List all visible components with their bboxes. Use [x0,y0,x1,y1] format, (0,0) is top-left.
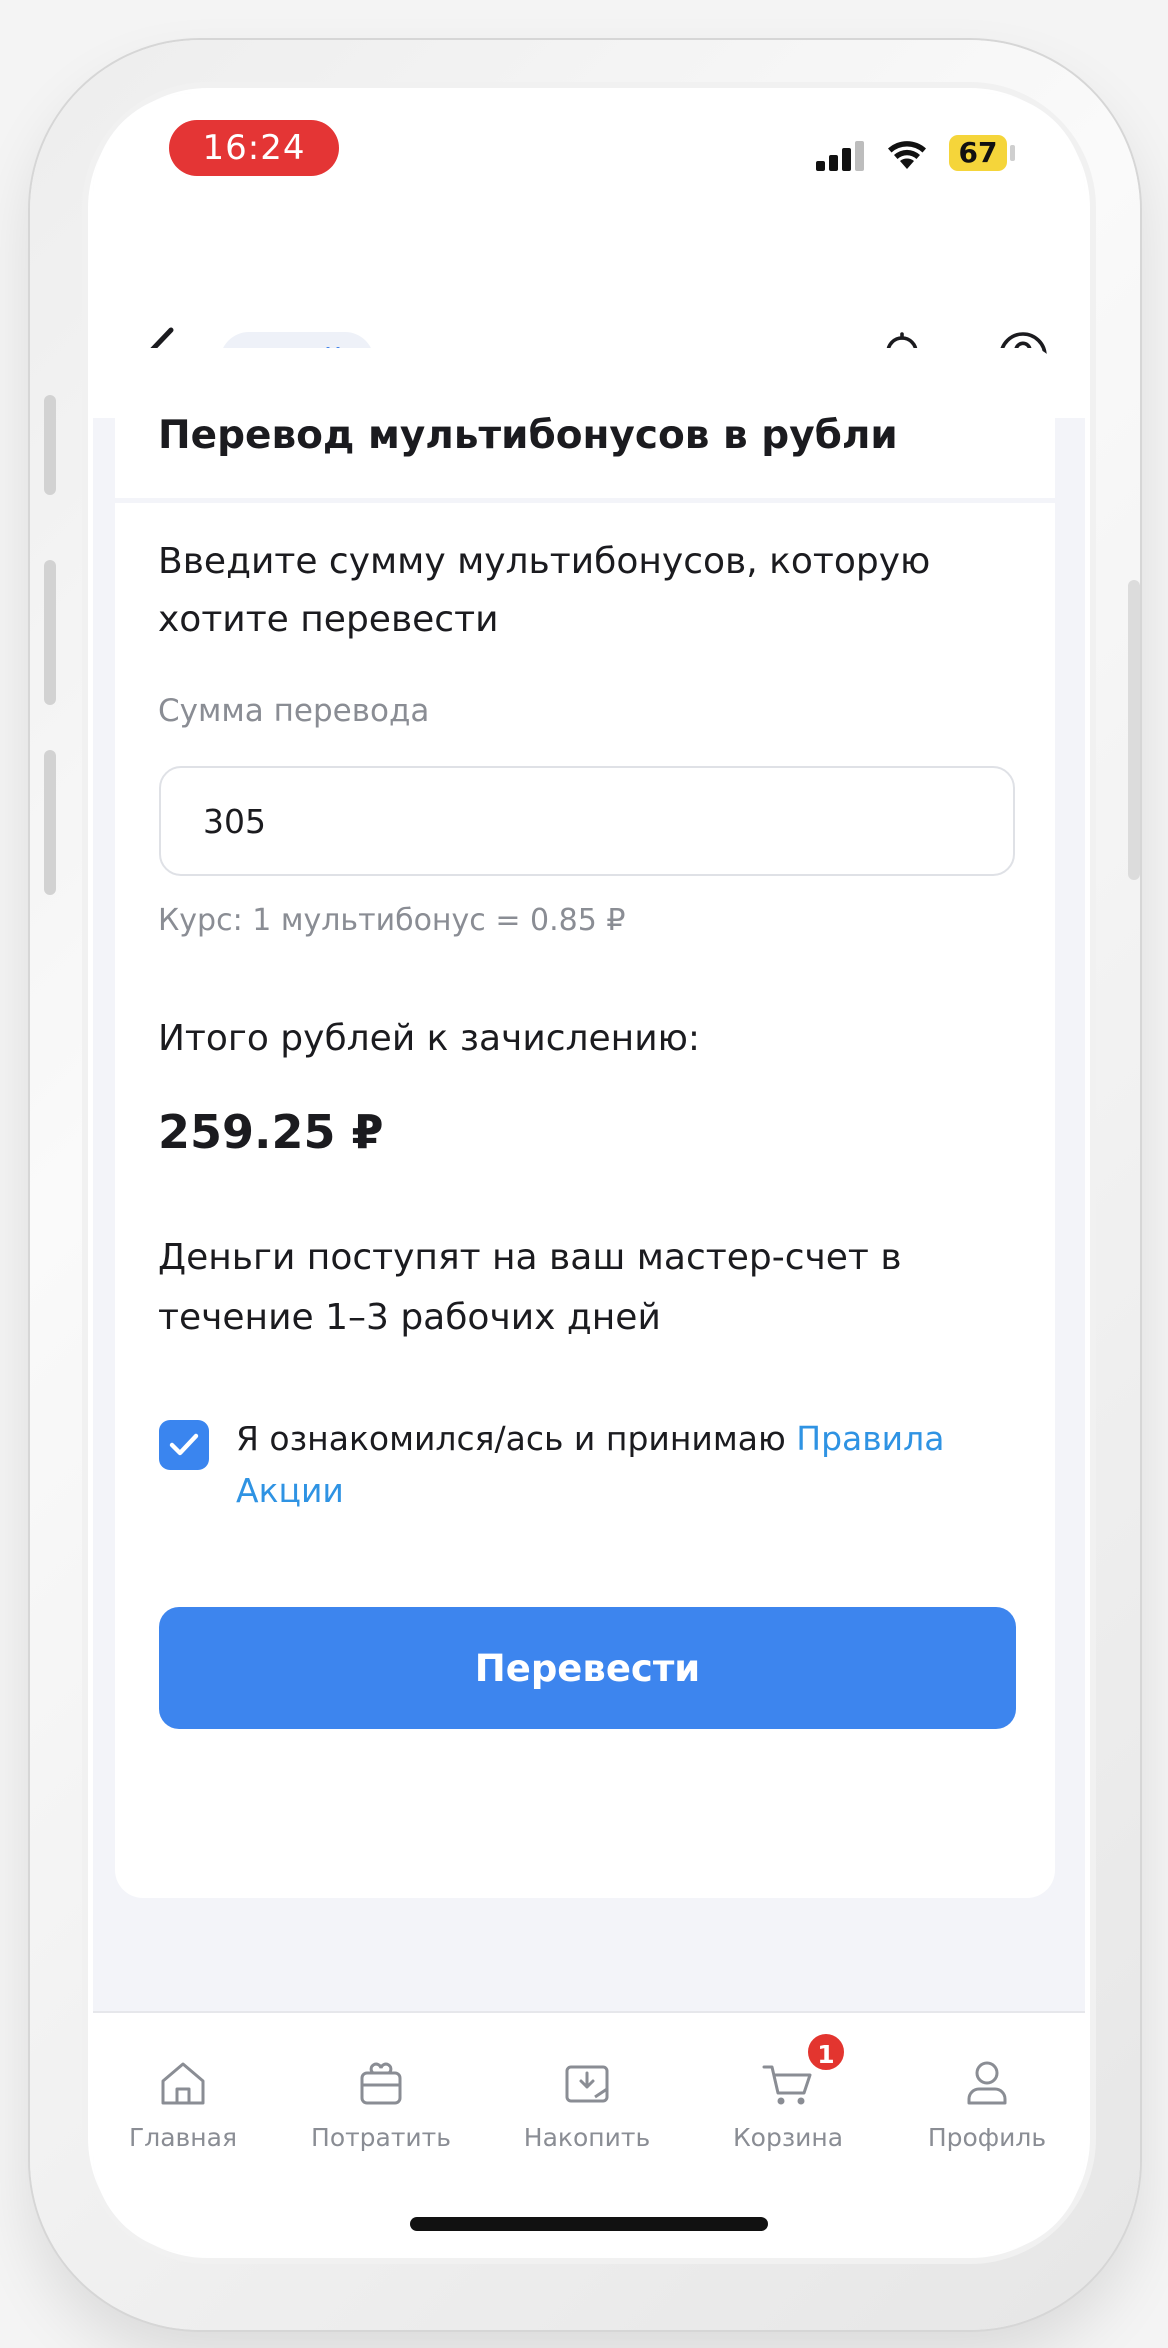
transfer-notice: Деньги поступят на ваш мастер-счет в теч… [158,1237,902,1338]
status-bar: 16:24 67 [93,93,1085,233]
page-title: Перевод мультибонусов в рубли [158,413,898,458]
total-label: Итого рублей к зачислению: [158,1018,701,1059]
cart-count-badge: 1 [805,2031,847,2073]
battery-level: 67 [949,135,1007,171]
volume-up-button [44,560,56,705]
agree-label: Я ознакомился/ась и принимаю [236,1419,797,1458]
wallet-icon [565,2065,609,2103]
tab-profile-label: Профиль [927,2123,1047,2152]
mute-switch [44,395,56,495]
status-time: 16:24 [169,120,339,176]
tab-cart[interactable]: 1 Корзина [698,2031,878,2152]
checkmark-icon [169,1433,199,1456]
tab-home[interactable]: Главная [93,2053,273,2152]
battery-cap [1010,145,1015,161]
cellular-signal-icon [816,139,868,171]
gift-icon [360,2062,402,2105]
power-button [1128,580,1140,880]
agree-checkbox[interactable] [159,1420,209,1470]
tab-profile[interactable]: Профиль [897,2053,1077,2152]
tab-earn-label: Накопить [523,2123,651,2152]
phone-screen: 16:24 67 305 [93,93,1085,2253]
agree-text: Я ознакомился/ась и принимаю Правила Акц… [236,1413,996,1517]
tab-home-label: Главная [129,2123,237,2152]
volume-down-button [44,750,56,895]
wifi-icon [888,141,926,169]
tab-cart-label: Корзина [732,2123,844,2152]
amount-input[interactable] [159,766,1015,876]
tab-earn[interactable]: Накопить [497,2053,677,2152]
total-value: 259.25 ₽ [158,1105,384,1159]
home-indicator[interactable] [410,2217,768,2231]
profile-icon [967,2061,1007,2105]
tab-spend[interactable]: Потратить [291,2053,471,2152]
exchange-rate-text: Курс: 1 мультибонус = 0.85 ₽ [158,903,626,938]
intro-text: Введите сумму мультибонусов, которую хот… [158,541,931,640]
amount-field-label: Сумма перевода [158,693,430,729]
tab-spend-label: Потратить [311,2123,451,2152]
transfer-button[interactable]: Перевести [159,1607,1016,1729]
home-icon [161,2062,205,2105]
